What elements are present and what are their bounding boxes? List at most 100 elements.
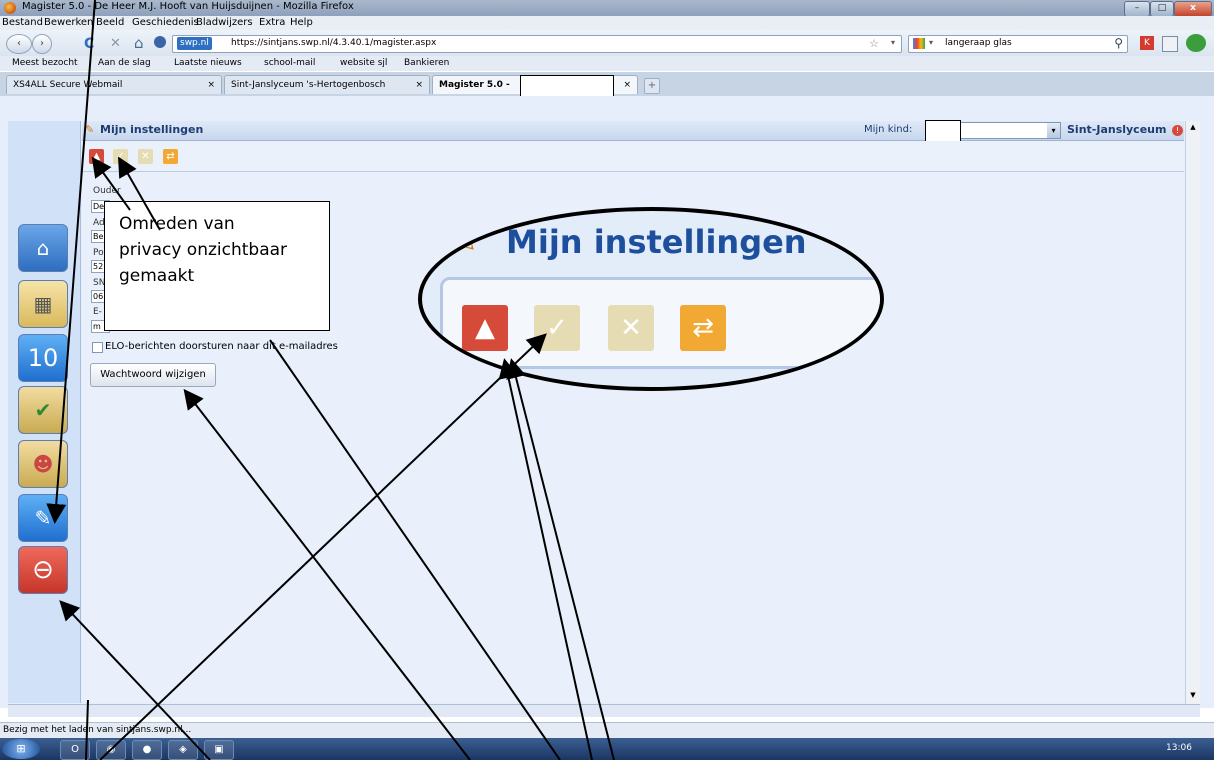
forward-button[interactable]: ›: [32, 34, 52, 54]
bookmarks-bar: Meest bezocht Aan de slag Laatste nieuws…: [0, 56, 1214, 71]
home-nav-button[interactable]: ⌂: [18, 224, 68, 272]
cancel-button[interactable]: ✕: [138, 149, 153, 164]
settings-nav-button[interactable]: ✎: [18, 494, 68, 542]
refresh-button[interactable]: ⇄: [163, 149, 178, 164]
menu-extra[interactable]: Extra: [259, 17, 285, 28]
settings-person-icon: ✎: [34, 506, 52, 530]
tab-label: Sint-Janslyceum 's-Hertogenbosch: [231, 80, 386, 90]
logout-nav-button[interactable]: ⊖: [18, 546, 68, 594]
agenda-nav-button[interactable]: ▦: [18, 280, 68, 328]
site-identity-icon[interactable]: [154, 36, 166, 48]
tab-close-icon[interactable]: ×: [207, 76, 215, 94]
menu-bladwijzers[interactable]: Bladwijzers: [196, 17, 253, 28]
privacy-callout: Omreden van privacy onzichtbaar gemaakt: [104, 201, 330, 331]
bookmark-bankieren[interactable]: Bankieren: [404, 58, 449, 68]
tab-label: Magister 5.0 -: [439, 80, 510, 90]
url-bar[interactable]: swp.nl https://sintjans.swp.nl/4.3.40.1/…: [172, 35, 902, 53]
school-name: Sint-Janslyceum: [1067, 123, 1167, 136]
alert-icon[interactable]: !: [1172, 125, 1183, 136]
zoom-title: Mijn instellingen: [506, 223, 807, 261]
check-person-icon: ✔: [34, 398, 52, 422]
field-label-address: Ad: [93, 218, 105, 228]
url-text[interactable]: https://sintjans.swp.nl/4.3.40.1/magiste…: [231, 38, 436, 48]
taskbar-firefox-icon[interactable]: ●: [132, 740, 162, 760]
taskbar-outlook-icon[interactable]: O: [60, 740, 90, 760]
window-title: Magister 5.0 - De Heer M.J. Hooft van Hu…: [22, 1, 354, 12]
field-label-ouder: Ouder: [93, 186, 121, 196]
maximize-button[interactable]: □: [1150, 1, 1174, 17]
stop-icon[interactable]: ✕: [110, 36, 121, 51]
reload-icon[interactable]: C: [84, 36, 94, 52]
search-input[interactable]: langeraap glas: [945, 38, 1012, 48]
site-badge[interactable]: swp.nl: [177, 37, 212, 50]
close-button[interactable]: x: [1174, 1, 1212, 17]
callout-line: gemaakt: [119, 266, 195, 286]
home-icon[interactable]: ⌂: [134, 34, 144, 52]
clock: 13:06: [1166, 743, 1192, 753]
elo-forward-label: ELO-berichten doorsturen naar dit e-mail…: [105, 341, 338, 352]
calendar-icon: ▦: [33, 292, 53, 316]
menu-bestand[interactable]: Bestand: [2, 17, 43, 28]
bookmark-meest-bezocht[interactable]: Meest bezocht: [12, 58, 78, 68]
addon-k-icon[interactable]: K: [1140, 36, 1154, 50]
home-icon: ⌂: [36, 236, 50, 260]
child-select-label: Mijn kind:: [864, 124, 913, 135]
bookmark-star-icon[interactable]: ☆: [869, 37, 879, 50]
logout-icon: ⊖: [32, 555, 54, 585]
taskbar-explorer-icon[interactable]: ◈: [168, 740, 198, 760]
status-bar: Bezig met het laden van sintjans.swp.nl.…: [0, 722, 1214, 739]
url-dropdown-icon[interactable]: ▾: [891, 38, 895, 47]
taskbar-app-icon[interactable]: ◉: [96, 740, 126, 760]
zoom-settings-icon: ✎: [452, 225, 478, 260]
taskbar-word-icon[interactable]: ▣: [204, 740, 234, 760]
page-title: Mijn instellingen: [100, 123, 204, 136]
menu-bewerken[interactable]: Bewerken: [44, 17, 93, 28]
google-icon[interactable]: [913, 38, 925, 49]
search-bar[interactable]: ▾ langeraap glas ⚲: [908, 35, 1128, 53]
bookmark-school-mail[interactable]: school-mail: [264, 58, 315, 68]
skype-icon[interactable]: [1186, 34, 1206, 52]
callout-line: Omreden van: [119, 214, 235, 234]
grades-icon: 10: [27, 344, 59, 372]
bookmark-laatste-nieuws[interactable]: Laatste nieuws: [174, 58, 242, 68]
firefox-icon: [4, 2, 16, 14]
status-text: Bezig met het laden van sintjans.swp.nl.…: [3, 725, 192, 735]
save-button[interactable]: ✓: [113, 149, 128, 164]
scroll-down-icon[interactable]: ▼: [1188, 691, 1198, 701]
vertical-scrollbar[interactable]: ▲ ▼: [1185, 121, 1200, 705]
bookmark-website-sjl[interactable]: website sjl: [340, 58, 387, 68]
navigation-bar: ‹ › C ✕ ⌂ swp.nl https://sintjans.swp.nl…: [0, 30, 1214, 56]
menu-geschiedenis[interactable]: Geschiedenis: [132, 17, 199, 28]
chevron-down-icon[interactable]: ▾: [1047, 123, 1060, 138]
addon-box-icon[interactable]: [1162, 36, 1178, 52]
search-engine-dropdown-icon[interactable]: ▾: [929, 38, 933, 47]
change-password-button[interactable]: Wachtwoord wijzigen: [90, 363, 216, 387]
menu-bar: Bestand Bewerken Beeld Geschiedenis Blad…: [0, 16, 1214, 30]
elo-forward-checkbox[interactable]: [92, 342, 103, 353]
zoom-collapse-icon: ▲: [462, 305, 508, 351]
back-button[interactable]: ‹: [6, 34, 32, 54]
tab-close-icon[interactable]: ×: [623, 76, 631, 94]
menu-help[interactable]: Help: [290, 17, 313, 28]
minimize-button[interactable]: –: [1124, 1, 1150, 17]
search-icon[interactable]: ⚲: [1114, 36, 1123, 50]
tab-xs4all[interactable]: XS4ALL Secure Webmail ×: [6, 75, 222, 94]
zoom-cancel-icon: ✕: [608, 305, 654, 351]
collapse-button[interactable]: ▲: [89, 149, 104, 164]
zoom-save-icon: ✓: [534, 305, 580, 351]
absence-nav-button[interactable]: ✔: [18, 386, 68, 434]
contacts-nav-button[interactable]: ☻: [18, 440, 68, 488]
page-header: ✎ Mijn instellingen Mijn kind: ▾ Sint-Ja…: [82, 121, 1184, 141]
redaction-box-tab: [520, 75, 614, 97]
field-label-postcode: Po: [93, 248, 104, 258]
settings-person-icon: ✎: [85, 123, 95, 136]
tab-close-icon[interactable]: ×: [415, 76, 423, 94]
scroll-up-icon[interactable]: ▲: [1188, 123, 1198, 133]
horizontal-scrollbar[interactable]: [8, 704, 1200, 717]
new-tab-button[interactable]: +: [644, 78, 660, 94]
bookmark-aan-de-slag[interactable]: Aan de slag: [98, 58, 151, 68]
tab-sint-janslyceum[interactable]: Sint-Janslyceum 's-Hertogenbosch ×: [224, 75, 430, 94]
menu-beeld[interactable]: Beeld: [96, 17, 124, 28]
grades-nav-button[interactable]: 10: [18, 334, 68, 382]
start-button[interactable]: ⊞: [2, 739, 40, 759]
